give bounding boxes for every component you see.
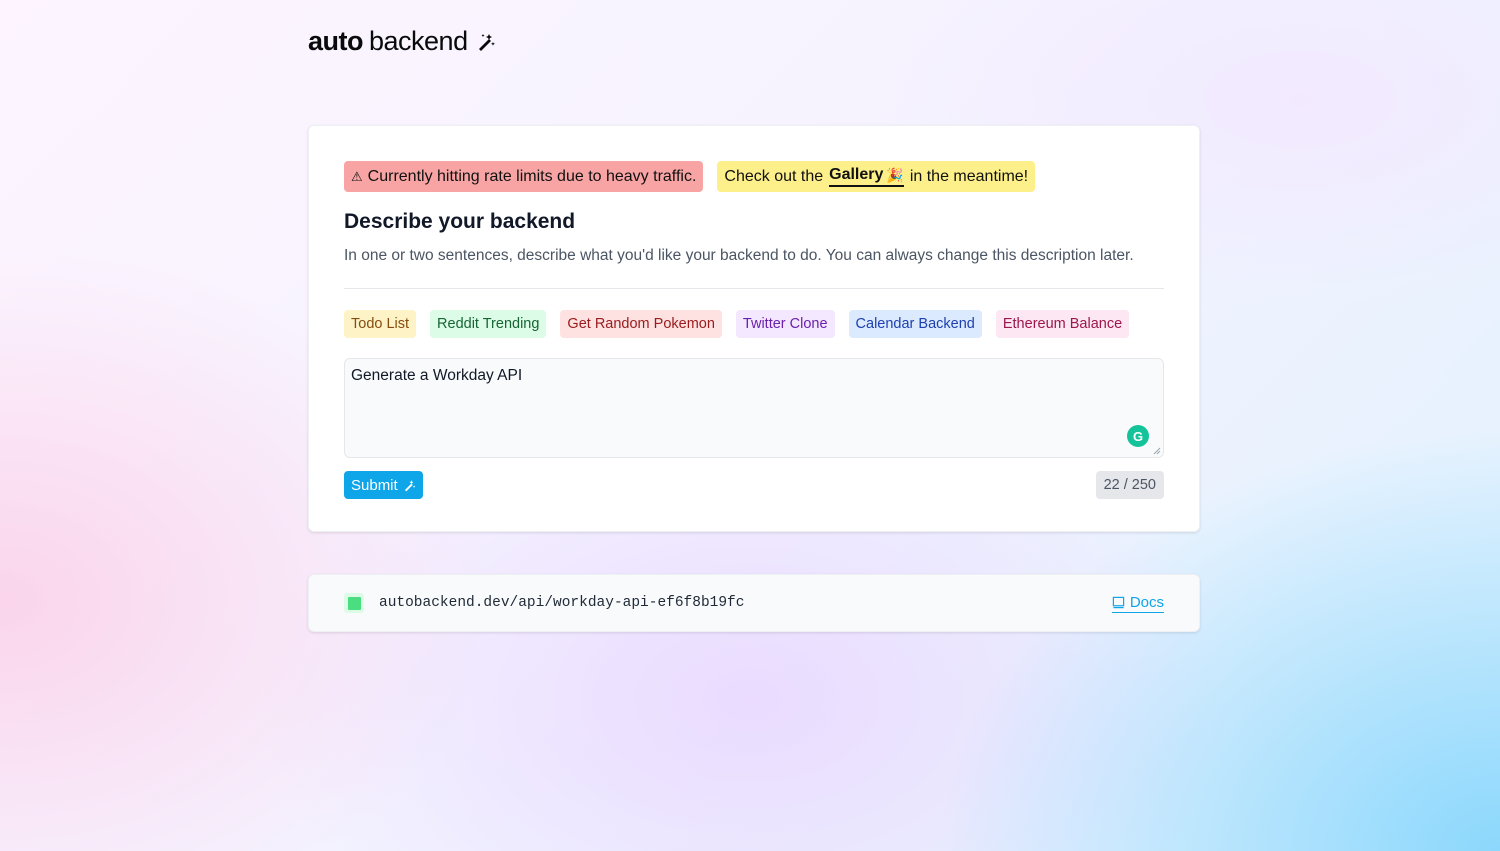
docs-link[interactable]: Docs [1111,593,1164,613]
description-input-wrapper: Generate a Workday API G [344,358,1164,458]
submit-button[interactable]: Submit [344,471,423,499]
divider [344,288,1164,289]
endpoint-url[interactable]: autobackend.dev/api/workday-api-ef6f8b19… [379,595,744,611]
magic-wand-icon [478,33,495,51]
logo-text-auto: auto [308,26,364,56]
status-indicator-fill [347,596,361,610]
docs-label: Docs [1129,593,1164,611]
resize-handle-icon[interactable] [1153,447,1161,455]
example-chip-todo-list[interactable]: Todo List [344,310,417,338]
example-chips: Todo List Reddit Trending Get Random Pok… [344,310,1164,338]
example-chip-get-random-pokemon[interactable]: Get Random Pokemon [560,310,722,338]
alerts-row: ⚠ Currently hitting rate limits due to h… [344,161,1164,192]
description-input[interactable]: Generate a Workday API [345,359,1163,457]
example-chip-twitter-clone[interactable]: Twitter Clone [735,310,835,338]
page-title: Describe your backend [344,210,576,233]
example-chip-calendar-backend[interactable]: Calendar Backend [848,310,982,338]
gallery-suffix-text: in the meantime! [909,167,1029,185]
logo-text-backend: backend [369,26,468,56]
submit-label: Submit [351,476,398,494]
gallery-alert: Check out the Gallery 🎉 in the meantime! [717,161,1036,192]
rate-limit-alert: ⚠ Currently hitting rate limits due to h… [344,161,704,192]
character-counter: 22 / 250 [1095,471,1164,499]
app-logo[interactable]: auto backend [308,26,496,57]
gallery-link-label: Gallery [829,166,884,183]
status-indicator [344,593,364,613]
grammarly-icon[interactable]: G [1127,425,1149,447]
describe-backend-card: ⚠ Currently hitting rate limits due to h… [308,125,1200,532]
rate-limit-text: Currently hitting rate limits due to hea… [367,167,697,185]
party-popper-icon: 🎉 [886,166,904,183]
endpoint-card: autobackend.dev/api/workday-api-ef6f8b19… [308,574,1200,632]
gallery-prefix-text: Check out the [724,167,824,185]
gallery-link[interactable]: Gallery 🎉 [829,166,904,187]
example-chip-ethereum-balance[interactable]: Ethereum Balance [995,310,1130,338]
form-actions: Submit 22 / 250 [344,471,1164,499]
example-chip-reddit-trending[interactable]: Reddit Trending [430,310,547,338]
book-icon [1112,596,1125,608]
magic-wand-icon [404,479,416,491]
warning-icon: ⚠ [351,168,363,184]
page-description: In one or two sentences, describe what y… [344,247,1134,264]
